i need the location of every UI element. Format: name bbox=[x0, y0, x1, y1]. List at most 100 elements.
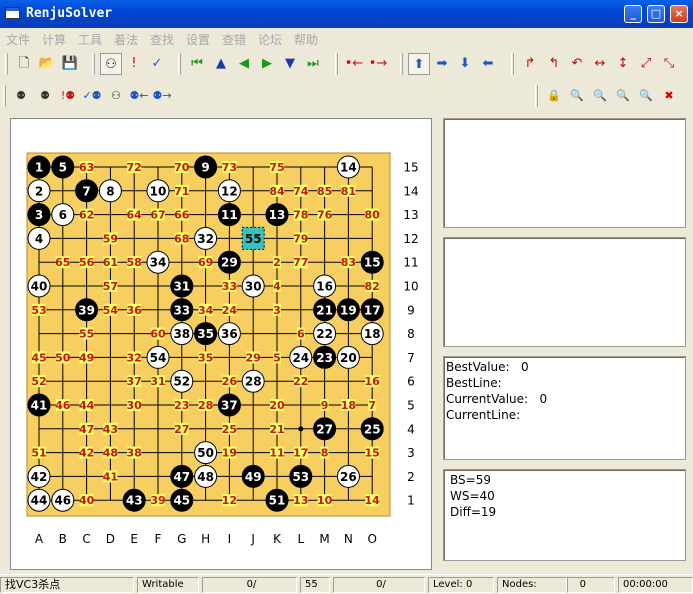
toolbar-grip[interactable] bbox=[3, 85, 6, 107]
maximize-button[interactable]: □ bbox=[647, 5, 665, 23]
move-label: 60 bbox=[150, 328, 166, 341]
move-label: 51 bbox=[31, 447, 46, 460]
arrow-left-icon[interactable]: ⬅ bbox=[477, 53, 499, 75]
search-toolbar: ⚉ ⚉ !⚉ ✓⚉ ⚇ ⚉← ⚉→ 🔒 🔍 🔍 🔍 🔍 ✖ bbox=[0, 83, 693, 109]
search-vct-icon[interactable]: ⚉ bbox=[34, 85, 56, 107]
arrow-right-icon[interactable]: ➡ bbox=[431, 53, 453, 75]
menu-item-8[interactable]: 帮助 bbox=[294, 31, 318, 48]
menu-item-1[interactable]: 计算 bbox=[42, 31, 66, 48]
stone-number: 25 bbox=[364, 422, 381, 436]
toolbar-grip[interactable] bbox=[178, 53, 181, 75]
zoom-search-icon[interactable]: 🔍 bbox=[566, 85, 588, 107]
forward-move-icon[interactable]: ▶ bbox=[256, 53, 278, 75]
menu-item-3[interactable]: 着法 bbox=[114, 31, 138, 48]
arrow-up-icon[interactable]: ⬆ bbox=[408, 53, 430, 75]
toolbar-grip[interactable] bbox=[335, 53, 338, 75]
shift-right-icon[interactable]: •→ bbox=[367, 53, 389, 75]
stone-number: 11 bbox=[221, 208, 238, 222]
menu-item-4[interactable]: 查找 bbox=[150, 31, 174, 48]
search-check-icon[interactable]: ✓⚉ bbox=[81, 85, 103, 107]
rotate-cw-icon[interactable]: ↱ bbox=[519, 53, 541, 75]
toolbar-grip[interactable] bbox=[535, 85, 538, 107]
last-move-icon[interactable]: ⏭ bbox=[302, 53, 324, 75]
move-label: 83 bbox=[341, 256, 356, 269]
zoom-out-blue-icon[interactable]: 🔍 bbox=[635, 85, 657, 107]
rotate-180-icon[interactable]: ↶ bbox=[566, 53, 588, 75]
stones-mode-icon[interactable]: ⚇ bbox=[100, 53, 122, 75]
move-label: 23 bbox=[174, 399, 189, 412]
open-folder-icon[interactable]: 📂 bbox=[36, 53, 58, 75]
move-label: 19 bbox=[222, 447, 237, 460]
menu-item-6[interactable]: 查错 bbox=[222, 31, 246, 48]
stone-number: 1 bbox=[35, 161, 43, 175]
new-file-icon[interactable]: 🗋 bbox=[13, 53, 35, 75]
search-forward-icon[interactable]: ⚉→ bbox=[151, 85, 173, 107]
down-triangle-icon[interactable]: ▼ bbox=[279, 53, 301, 75]
stone-number: 29 bbox=[221, 256, 238, 270]
move-label: 74 bbox=[293, 185, 309, 198]
move-label: 81 bbox=[341, 185, 356, 198]
toolbar-grip[interactable] bbox=[92, 53, 95, 75]
stone-number: 2 bbox=[35, 184, 43, 198]
stone-number: 32 bbox=[197, 232, 214, 246]
flip-horizontal-icon[interactable]: ↔ bbox=[589, 53, 611, 75]
zoom-blue-icon[interactable]: 🔍 bbox=[612, 85, 634, 107]
move-label: 70 bbox=[174, 161, 190, 174]
move-label: 55 bbox=[79, 328, 94, 341]
move-label: 71 bbox=[174, 185, 189, 198]
zoom-out-icon[interactable]: 🔍 bbox=[589, 85, 611, 107]
move-label: 57 bbox=[103, 280, 118, 293]
menu-item-2[interactable]: 工具 bbox=[78, 31, 102, 48]
stone-number: 19 bbox=[340, 303, 357, 317]
menu-item-0[interactable]: 文件 bbox=[6, 31, 30, 48]
col-label: H bbox=[201, 532, 210, 546]
back-move-icon[interactable]: ◀ bbox=[233, 53, 255, 75]
row-label: 6 bbox=[407, 375, 415, 389]
toolbar-grip[interactable] bbox=[5, 53, 8, 75]
menu-item-7[interactable]: 论坛 bbox=[258, 31, 282, 48]
row-label: 1 bbox=[407, 494, 415, 508]
close-button[interactable]: × bbox=[670, 5, 688, 23]
renju-board[interactable]: 63 72 70 73 7571 84 74 85 8162 64 67 66 78 76 8059 68 79… bbox=[11, 119, 433, 571]
stone-number: 40 bbox=[31, 280, 48, 294]
flip-vertical-icon[interactable]: ↕ bbox=[612, 53, 634, 75]
row-label: 5 bbox=[407, 399, 415, 413]
arrow-down-icon[interactable]: ⬇ bbox=[454, 53, 476, 75]
rotate-ccw-icon[interactable]: ↰ bbox=[543, 53, 565, 75]
move-label: 20 bbox=[269, 399, 285, 412]
exclamation-icon[interactable]: ! bbox=[123, 53, 145, 75]
search-fail-icon[interactable]: !⚉ bbox=[57, 85, 79, 107]
stone-number: 26 bbox=[340, 470, 357, 484]
menu-item-5[interactable]: 设置 bbox=[186, 31, 210, 48]
title-bar[interactable]: RenjuSolver _ □ × bbox=[0, 0, 693, 28]
first-move-icon[interactable]: ⏮ bbox=[186, 53, 208, 75]
flip-diagonal-icon[interactable]: ⤢ bbox=[635, 53, 657, 75]
move-label: 73 bbox=[222, 161, 237, 174]
stone-number: 36 bbox=[221, 327, 238, 341]
toolbar-grip[interactable] bbox=[400, 53, 403, 75]
stone-number: 21 bbox=[316, 303, 333, 317]
toolbar-grip[interactable] bbox=[511, 53, 514, 75]
save-disk-icon[interactable]: 💾 bbox=[59, 53, 81, 75]
shift-left-icon[interactable]: •← bbox=[343, 53, 365, 75]
up-triangle-icon[interactable]: ▲ bbox=[210, 53, 232, 75]
delete-x-icon[interactable]: ✖ bbox=[658, 85, 680, 107]
lock-icon[interactable]: 🔒 bbox=[543, 85, 565, 107]
move-label: 25 bbox=[222, 423, 237, 436]
search-vcf-icon[interactable]: ⚉ bbox=[10, 85, 32, 107]
move-label: 41 bbox=[103, 470, 118, 483]
move-label: 33 bbox=[222, 280, 237, 293]
status-mode: Writable bbox=[137, 577, 199, 593]
row-label: 8 bbox=[407, 327, 415, 341]
flip-antidiagonal-icon[interactable]: ⤡ bbox=[658, 53, 680, 75]
stone-number: 34 bbox=[150, 256, 167, 270]
stone-number: 39 bbox=[78, 303, 95, 317]
move-label: 4 bbox=[273, 280, 281, 293]
minimize-button[interactable]: _ bbox=[624, 5, 642, 23]
stone-number: 8 bbox=[106, 184, 114, 198]
search-both-icon[interactable]: ⚇ bbox=[105, 85, 127, 107]
stone-number: 20 bbox=[340, 351, 357, 365]
search-back-icon[interactable]: ⚉← bbox=[128, 85, 150, 107]
check-icon[interactable]: ✓ bbox=[146, 53, 168, 75]
stone-number: 18 bbox=[364, 327, 381, 341]
